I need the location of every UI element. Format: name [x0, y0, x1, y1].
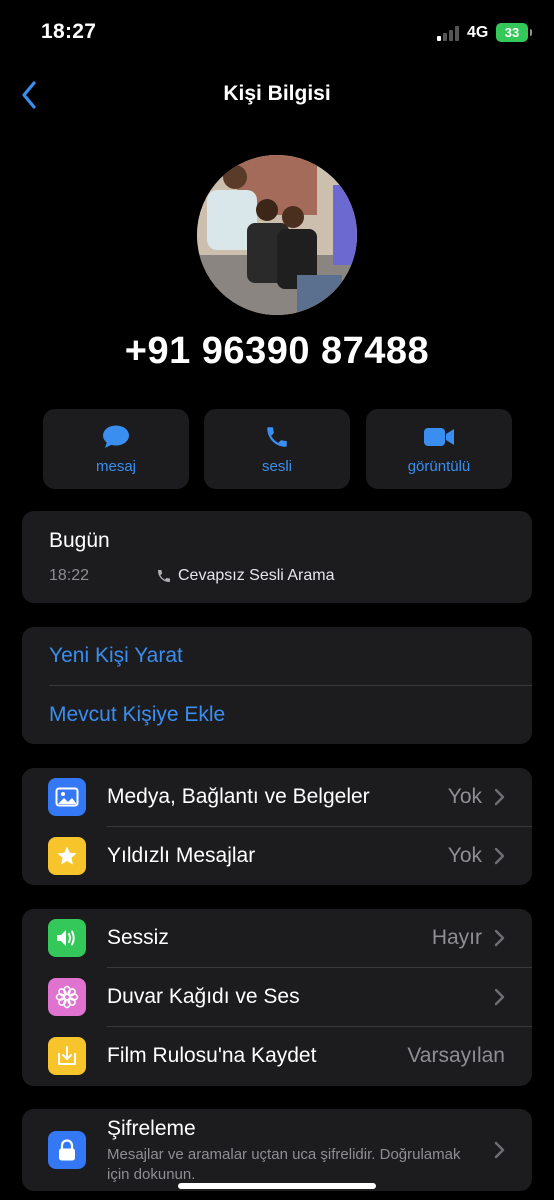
page-title: Kişi Bilgisi [223, 82, 331, 105]
encryption-title: Şifreleme [107, 1117, 196, 1140]
video-camera-icon [424, 427, 454, 446]
voice-call-button[interactable]: sesli [204, 409, 350, 489]
divider [49, 685, 532, 686]
history-description: Cevapsız Sesli Arama [178, 567, 335, 584]
row-value: Varsayılan [407, 1044, 505, 1067]
battery-level: 33 [504, 25, 520, 40]
message-button-label: mesaj [95, 457, 136, 475]
battery-icon: 33 [496, 23, 532, 42]
phone-icon [158, 570, 170, 582]
photo-icon [48, 778, 86, 816]
voice-call-button-label: sesli [261, 457, 292, 475]
history-date: Bugün [49, 529, 110, 552]
add-to-existing-link[interactable]: Mevcut Kişiye Ekle [49, 703, 225, 727]
chevron-right-icon [494, 847, 505, 865]
star-icon [48, 837, 86, 875]
chevron-right-icon [494, 988, 505, 1006]
settings-card: Sessiz Hayır Duvar Kağıdı ve Ses Film Ru… [22, 909, 532, 1086]
avatar[interactable] [197, 155, 357, 315]
save-to-camera-roll-row[interactable]: Film Rulosu'na Kaydet Varsayılan [22, 1027, 532, 1085]
signal-icon [437, 26, 463, 41]
row-value: Yok [447, 844, 482, 867]
row-label: Yıldızlı Mesajlar [107, 844, 256, 867]
chevron-right-icon [494, 1141, 505, 1159]
status-bar: 18:27 4G 33 [0, 0, 554, 66]
video-call-button-label: görüntülü [407, 457, 471, 475]
network-type: 4G [467, 24, 489, 41]
create-contact-link[interactable]: Yeni Kişi Yarat [49, 644, 183, 668]
encryption-subtitle: Mesajlar ve aramalar uçtan uca şifrelidi… [107, 1146, 461, 1183]
download-icon [48, 1037, 86, 1075]
row-value: Hayır [431, 926, 482, 949]
speaker-icon [48, 919, 86, 957]
avatar-photo [197, 155, 357, 315]
media-links-docs-row[interactable]: Medya, Bağlantı ve Belgeler Yok [22, 768, 532, 826]
row-value: Yok [447, 785, 482, 808]
history-time: 18:22 [49, 567, 90, 584]
row-label: Duvar Kağıdı ve Ses [107, 985, 300, 1008]
media-card: Medya, Bağlantı ve Belgeler Yok Yıldızlı… [22, 768, 532, 885]
row-label: Sessiz [107, 926, 169, 949]
phone-icon [267, 426, 287, 447]
status-time: 18:27 [41, 20, 97, 43]
message-button[interactable]: mesaj [43, 409, 189, 489]
lock-icon [48, 1131, 86, 1169]
flower-icon [48, 978, 86, 1016]
mute-row[interactable]: Sessiz Hayır [22, 909, 532, 967]
contact-actions-card: Yeni Kişi Yarat Mevcut Kişiye Ekle [22, 627, 532, 744]
message-bubble-icon [103, 425, 129, 448]
wallpaper-sound-row[interactable]: Duvar Kağıdı ve Ses [22, 968, 532, 1026]
chevron-right-icon [494, 788, 505, 806]
encryption-card[interactable]: Şifreleme Mesajlar ve aramalar uçtan uca… [22, 1109, 532, 1191]
starred-messages-row[interactable]: Yıldızlı Mesajlar Yok [22, 827, 532, 885]
call-history-card: Bugün 18:22 Cevapsız Sesli Arama [22, 511, 532, 603]
row-label: Film Rulosu'na Kaydet [107, 1044, 317, 1067]
chevron-right-icon [494, 929, 505, 947]
phone-number: +91 96390 87488 [124, 330, 430, 372]
home-indicator[interactable] [178, 1183, 376, 1189]
video-call-button[interactable]: görüntülü [366, 409, 512, 489]
row-label: Medya, Bağlantı ve Belgeler [107, 785, 370, 808]
history-entry: Cevapsız Sesli Arama [156, 567, 335, 585]
